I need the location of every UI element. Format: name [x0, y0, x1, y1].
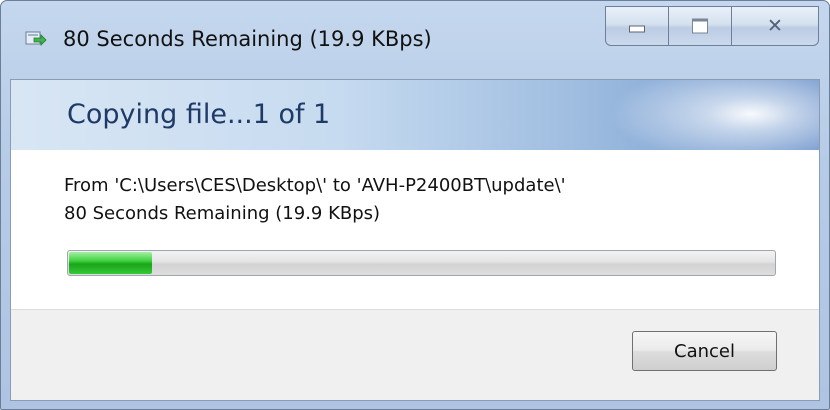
close-icon: ✕	[767, 15, 783, 37]
header-banner: Copying file...1 of 1	[11, 80, 819, 150]
copy-progress-window: 80 Seconds Remaining (19.9 KBps) ✕ Copyi…	[0, 0, 830, 410]
copy-heading: Copying file...1 of 1	[67, 99, 331, 130]
banner-sheen	[571, 80, 819, 150]
time-remaining-text: 80 Seconds Remaining (19.9 KBps)	[64, 203, 381, 224]
close-button[interactable]: ✕	[731, 6, 819, 46]
copy-files-icon	[25, 28, 47, 48]
minimize-icon	[629, 25, 645, 33]
progress-bar	[67, 250, 776, 276]
minimize-button[interactable]	[605, 6, 668, 46]
caption-buttons: ✕	[605, 6, 819, 46]
cancel-button[interactable]: Cancel	[632, 331, 777, 371]
copy-source-destination: From 'C:\Users\CES\Desktop\' to 'AVH-P24…	[64, 175, 566, 196]
dialog-footer: Cancel	[11, 309, 819, 400]
maximize-icon	[692, 18, 708, 34]
window-title: 80 Seconds Remaining (19.9 KBps)	[63, 27, 432, 51]
dialog-body: Copying file...1 of 1 From 'C:\Users\CES…	[10, 79, 820, 401]
progress-bar-fill	[69, 252, 152, 274]
title-bar[interactable]: 80 Seconds Remaining (19.9 KBps) ✕	[1, 1, 829, 79]
maximize-button[interactable]	[668, 6, 731, 46]
